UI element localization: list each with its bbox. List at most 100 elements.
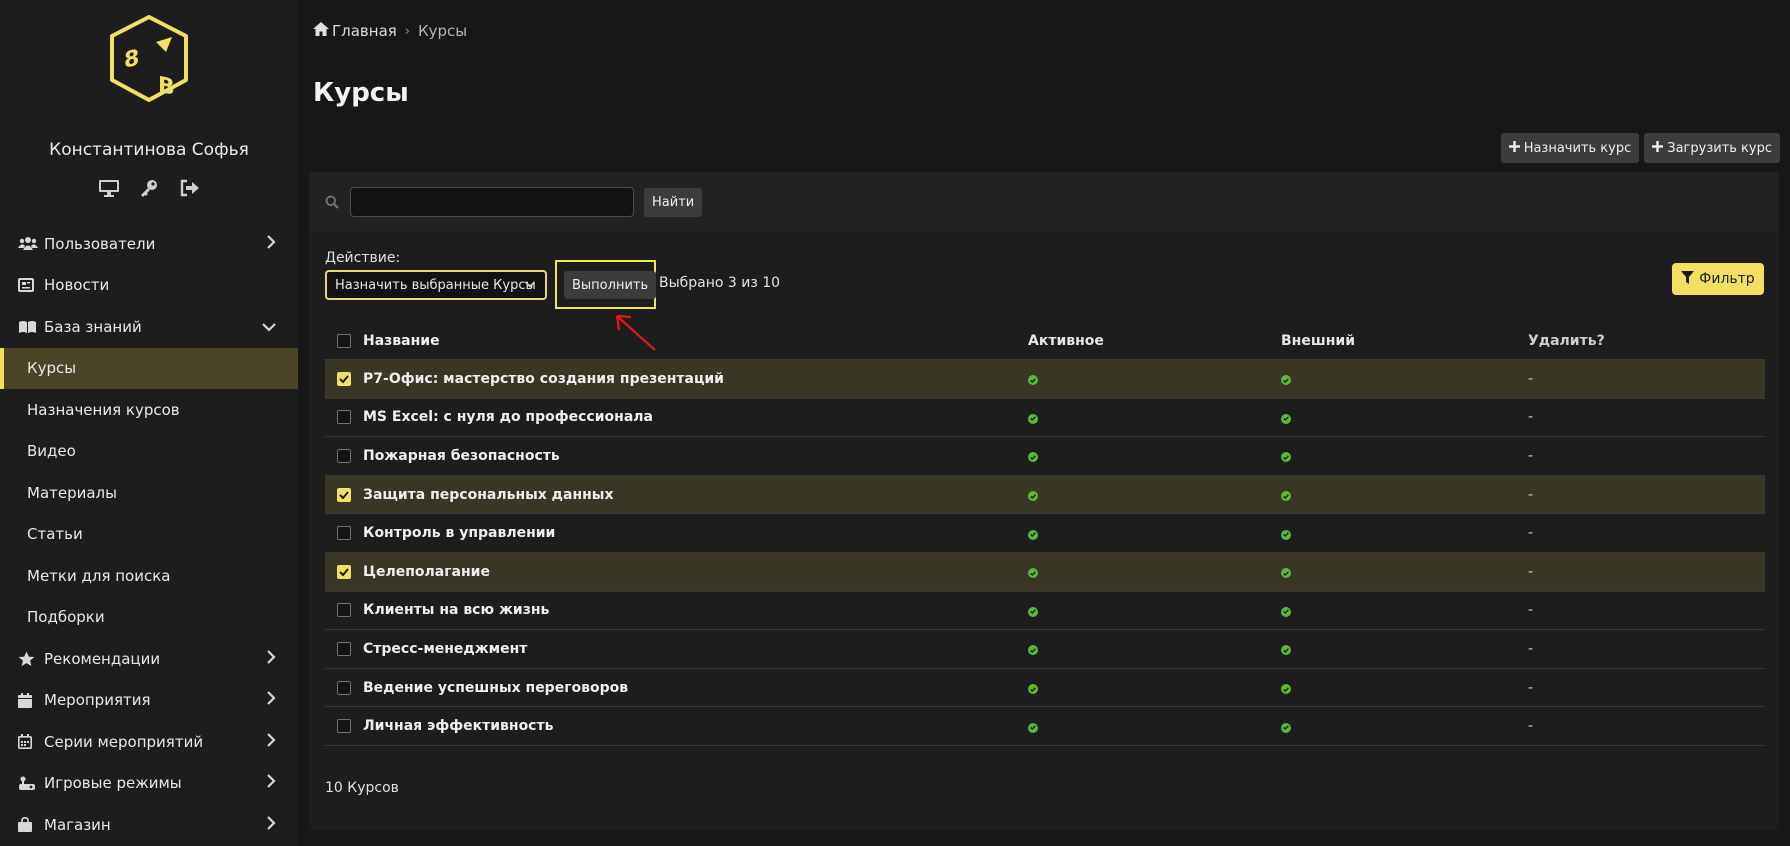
sidebar-item-shop[interactable]: Магазин — [0, 804, 298, 846]
delete-cell: - — [1528, 602, 1534, 619]
table-row[interactable]: Ведение успешных переговоров - — [325, 669, 1765, 708]
sidebar-item-news[interactable]: Новости — [0, 265, 298, 307]
check-circle-icon — [1028, 684, 1038, 695]
external-cell — [1281, 409, 1528, 425]
course-name[interactable]: MS Excel: с нуля до профессионала — [363, 409, 1028, 425]
sidebar-item-users[interactable]: Пользователи — [0, 223, 298, 265]
sidebar-item-label: Подборки — [27, 608, 105, 627]
calendar-grid-icon — [18, 734, 40, 750]
course-name[interactable]: Защита персональных данных — [363, 487, 1028, 503]
courses-panel: Найти Действие: Назначить выбранные Курс… — [309, 172, 1779, 830]
chevron-right-icon — [267, 691, 276, 709]
chevron-right-icon — [267, 649, 276, 668]
row-checkbox[interactable] — [337, 603, 351, 618]
assign-course-button[interactable]: Назначить курс — [1500, 133, 1640, 163]
row-checkbox[interactable] — [337, 564, 351, 579]
table-row[interactable]: Р7-Офис: мастерство создания презентаций… — [325, 360, 1765, 399]
sidebar-item-game-modes[interactable]: Игровые режимы — [0, 763, 298, 805]
row-checkbox[interactable] — [337, 641, 351, 656]
action-select[interactable]: Назначить выбранные Курсы — [325, 270, 547, 300]
check-circle-icon — [1028, 375, 1038, 386]
check-circle-icon — [1281, 529, 1291, 540]
key-icon[interactable] — [137, 176, 161, 200]
sidebar-item-events[interactable]: Мероприятия — [0, 680, 298, 722]
sidebar-item-label: Магазин — [44, 815, 111, 834]
row-checkbox[interactable] — [337, 448, 351, 463]
table-row[interactable]: Стресс-менеджмент - — [325, 630, 1765, 669]
active-cell — [1028, 448, 1281, 464]
check-circle-icon — [1281, 645, 1291, 656]
sidebar-item-knowledge-base[interactable]: База знаний — [0, 306, 298, 348]
check-circle-icon — [1028, 452, 1038, 463]
sidebar-item-articles[interactable]: Статьи — [0, 514, 298, 556]
external-cell — [1281, 525, 1528, 541]
column-header-external[interactable]: Внешний — [1281, 333, 1528, 349]
check-circle-icon — [1281, 606, 1291, 617]
course-name[interactable]: Личная эффективность — [363, 718, 1028, 734]
sidebar-item-label: Назначения курсов — [27, 400, 180, 419]
search-button[interactable]: Найти — [644, 188, 703, 217]
table-row[interactable]: Целеполагание - — [325, 552, 1765, 592]
check-circle-icon — [1028, 606, 1038, 617]
filter-label: Фильтр — [1699, 271, 1755, 287]
search-input[interactable] — [350, 187, 634, 217]
sign-out-icon[interactable] — [177, 176, 201, 200]
main-content: Главная › Курсы Курсы Назначить курс Заг… — [298, 0, 1790, 846]
course-name[interactable]: Р7-Офис: мастерство создания презентаций — [363, 371, 1028, 387]
column-header-name[interactable]: Название — [363, 333, 1028, 349]
course-name[interactable]: Пожарная безопасность — [363, 448, 1028, 464]
filter-button[interactable]: Фильтр — [1672, 263, 1764, 295]
course-name[interactable]: Ведение успешных переговоров — [363, 680, 1028, 696]
sidebar-item-courses[interactable]: Курсы — [0, 347, 298, 389]
row-checkbox[interactable] — [337, 371, 351, 386]
monitor-icon[interactable] — [97, 176, 121, 200]
table-row[interactable]: Защита персональных данных - — [325, 475, 1765, 515]
sidebar-item-collections[interactable]: Подборки — [0, 597, 298, 639]
active-cell — [1028, 564, 1281, 580]
course-name[interactable]: Клиенты на всю жизнь — [363, 602, 1028, 618]
upload-course-button[interactable]: Загрузить курс — [1644, 133, 1780, 163]
row-checkbox[interactable] — [337, 410, 351, 425]
sidebar-item-course-assignments[interactable]: Назначения курсов — [0, 389, 298, 431]
newspaper-icon — [18, 278, 40, 293]
assign-course-label: Назначить курс — [1523, 140, 1632, 156]
check-circle-icon — [1028, 568, 1038, 579]
sidebar-item-video[interactable]: Видео — [0, 431, 298, 473]
sidebar-item-label: Новости — [44, 276, 110, 295]
select-all-checkbox[interactable] — [337, 333, 351, 348]
column-header-active[interactable]: Активное — [1028, 333, 1281, 349]
breadcrumb-home[interactable]: Главная — [332, 22, 397, 40]
execute-button[interactable]: Выполнить — [564, 271, 657, 299]
sidebar-item-recommendations[interactable]: Рекомендации — [0, 638, 298, 680]
chevron-right-icon — [267, 732, 276, 751]
filter-icon — [1681, 270, 1695, 288]
course-name[interactable]: Целеполагание — [363, 564, 1028, 580]
sidebar-item-event-series[interactable]: Серии мероприятий — [0, 721, 298, 763]
upload-course-label: Загрузить курс — [1667, 140, 1772, 156]
table-row[interactable]: Контроль в управлении - — [325, 514, 1765, 553]
active-cell — [1028, 371, 1281, 387]
users-icon — [18, 236, 40, 251]
external-cell — [1281, 602, 1528, 618]
sidebar-item-search-tags[interactable]: Метки для поиска — [0, 555, 298, 597]
chevron-right-icon — [267, 815, 276, 834]
sidebar-item-materials[interactable]: Материалы — [0, 472, 298, 514]
star-icon — [18, 651, 40, 667]
row-checkbox[interactable] — [337, 719, 351, 734]
table-row[interactable]: Клиенты на всю жизнь - — [325, 592, 1765, 631]
table-row[interactable]: Личная эффективность - — [325, 707, 1765, 746]
home-icon[interactable] — [313, 22, 329, 40]
course-name[interactable]: Стресс-менеджмент — [363, 641, 1028, 657]
course-name[interactable]: Контроль в управлении — [363, 525, 1028, 541]
row-checkbox[interactable] — [337, 526, 351, 541]
delete-cell: - — [1528, 679, 1534, 696]
active-cell — [1028, 409, 1281, 425]
table-row[interactable]: MS Excel: с нуля до профессионала - — [325, 399, 1765, 438]
row-checkbox[interactable] — [337, 680, 351, 695]
table-row[interactable]: Пожарная безопасность - — [325, 437, 1765, 476]
logo: 8 B — [110, 15, 188, 102]
check-circle-icon — [1281, 491, 1291, 502]
breadcrumb-current: Курсы — [418, 22, 468, 40]
row-checkbox[interactable] — [337, 487, 351, 502]
user-name: Константинова Софья — [49, 140, 249, 160]
